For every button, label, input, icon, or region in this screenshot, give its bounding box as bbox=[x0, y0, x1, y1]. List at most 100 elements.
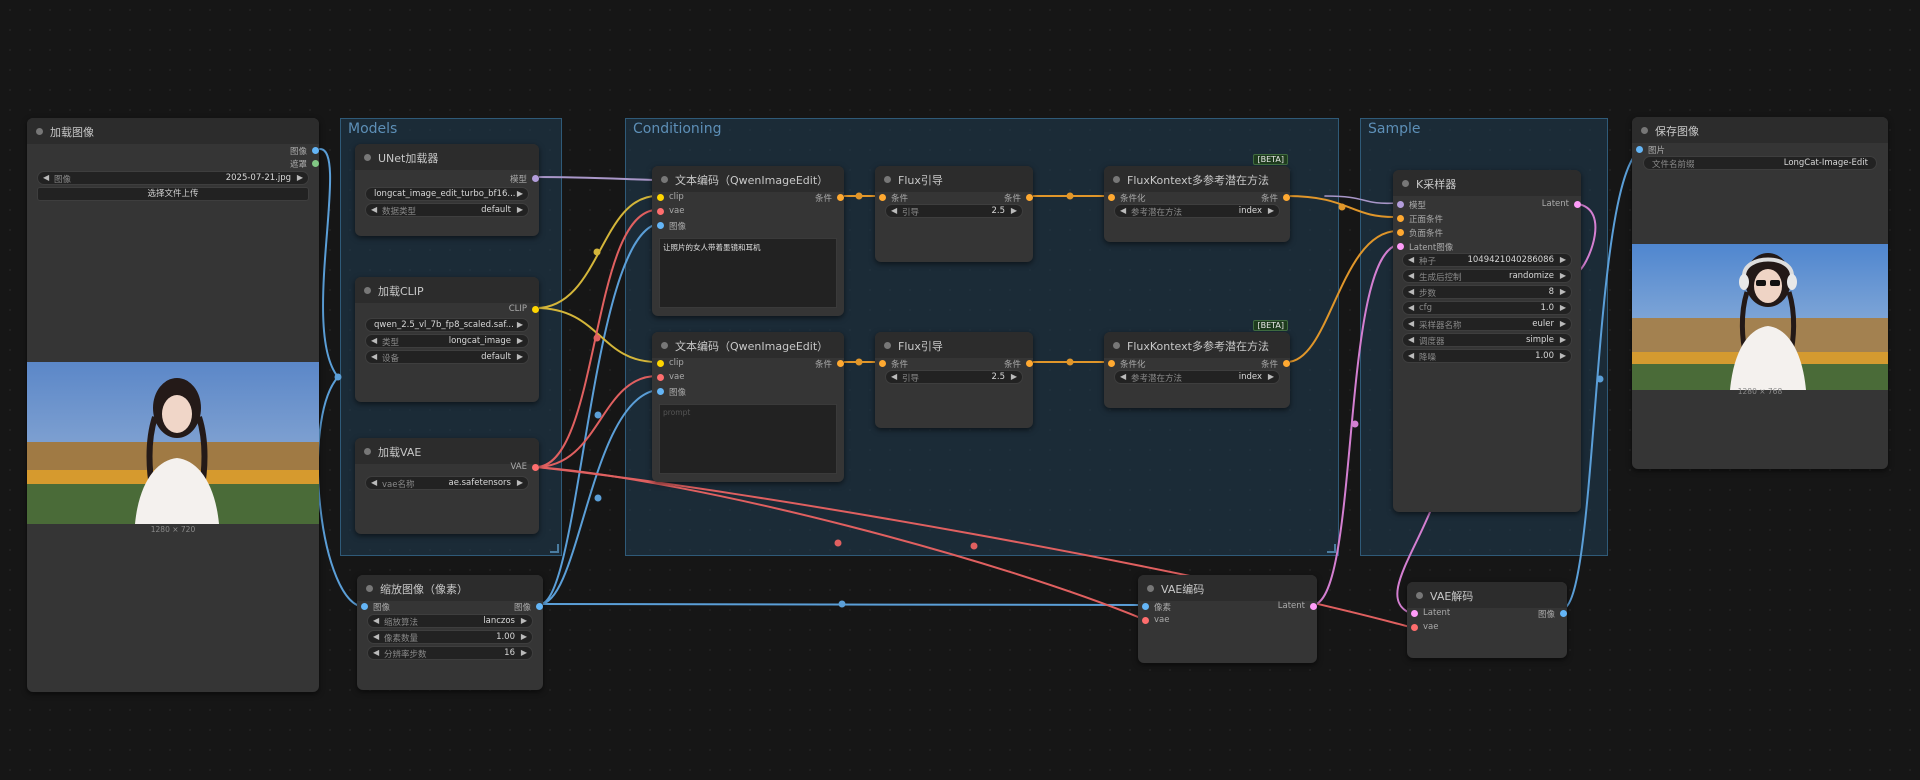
sampler-name-select[interactable]: ◀ 采样器名称 euler ▶ bbox=[1402, 317, 1572, 331]
slot-dot[interactable] bbox=[657, 208, 664, 215]
right-arrow-icon[interactable]: ▶ bbox=[1268, 372, 1274, 381]
upload-button[interactable]: 选择文件上传 bbox=[37, 187, 309, 201]
reference-method-select[interactable]: ◀ 参考潜在方法 index ▶ bbox=[1114, 204, 1280, 218]
right-arrow-icon[interactable]: ▶ bbox=[521, 648, 527, 657]
output-conditioning[interactable]: 条件 bbox=[815, 192, 844, 204]
right-arrow-icon[interactable]: ▶ bbox=[1011, 206, 1017, 215]
vae-name-select[interactable]: ◀ vae名称 ae.safetensors ▶ bbox=[365, 476, 529, 490]
left-arrow-icon[interactable]: ◀ bbox=[371, 336, 377, 345]
denoise-stepper[interactable]: ◀ 降噪 1.00 ▶ bbox=[1402, 349, 1572, 363]
text-encode-node-1[interactable]: 文本编码（QwenImageEdit） clip vae 图像 条件 让照片的女… bbox=[652, 166, 844, 316]
slot-dot[interactable] bbox=[532, 175, 539, 182]
seed-stepper[interactable]: ◀ 种子 1049421040286086 ▶ bbox=[1402, 253, 1572, 267]
output-mask[interactable]: 遮罩 bbox=[290, 158, 319, 170]
collapse-dot[interactable] bbox=[364, 287, 371, 294]
right-arrow-icon[interactable]: ▶ bbox=[517, 336, 523, 345]
slot-dot[interactable] bbox=[532, 464, 539, 471]
left-arrow-icon[interactable]: ◀ bbox=[1408, 351, 1414, 360]
filename-prefix-field[interactable]: 文件名前缀 LongCat-Image-Edit bbox=[1643, 156, 1877, 170]
megapixels-stepper[interactable]: ◀ 像素数量 1.00 ▶ bbox=[367, 630, 533, 644]
slot-dot[interactable] bbox=[1026, 194, 1033, 201]
vae-encode-node[interactable]: VAE编码 像素 vae Latent bbox=[1138, 575, 1317, 663]
slot-dot[interactable] bbox=[1560, 610, 1567, 617]
left-arrow-icon[interactable]: ◀ bbox=[1120, 206, 1126, 215]
collapse-dot[interactable] bbox=[366, 585, 373, 592]
input-model[interactable]: 模型 bbox=[1397, 199, 1426, 211]
input-vae[interactable]: vae bbox=[1411, 622, 1438, 632]
left-arrow-icon[interactable]: ◀ bbox=[1408, 271, 1414, 280]
left-arrow-icon[interactable]: ◀ bbox=[1408, 335, 1414, 344]
right-arrow-icon[interactable]: ▶ bbox=[517, 205, 523, 214]
right-arrow-icon[interactable]: ▶ bbox=[521, 632, 527, 641]
node-header[interactable]: Flux引导 bbox=[875, 166, 1033, 192]
slot-dot[interactable] bbox=[1108, 360, 1115, 367]
guidance-stepper[interactable]: ◀ 引导 2.5 ▶ bbox=[885, 370, 1023, 384]
right-arrow-icon[interactable]: ▶ bbox=[1560, 319, 1566, 328]
output-image[interactable]: 图像 bbox=[290, 145, 319, 157]
collapse-dot[interactable] bbox=[1113, 176, 1120, 183]
left-arrow-icon[interactable]: ◀ bbox=[1408, 255, 1414, 264]
resolution-steps-stepper[interactable]: ◀ 分辨率步数 16 ▶ bbox=[367, 646, 533, 660]
input-images[interactable]: 图片 bbox=[1636, 144, 1665, 156]
right-arrow-icon[interactable]: ▶ bbox=[1560, 287, 1566, 296]
flux-guidance-node-2[interactable]: Flux引导 条件 条件 ◀ 引导 2.5 ▶ bbox=[875, 332, 1033, 428]
unet-loader-node[interactable]: UNet加载器 模型 longcat_image_edit_turbo_bf16… bbox=[355, 144, 539, 236]
node-header[interactable]: FluxKontext多参考潜在方法 bbox=[1104, 332, 1290, 358]
dtype-select[interactable]: ◀ 数据类型 default ▶ bbox=[365, 203, 529, 217]
left-arrow-icon[interactable]: ◀ bbox=[891, 372, 897, 381]
collapse-dot[interactable] bbox=[1147, 585, 1154, 592]
node-header[interactable]: UNet加载器 bbox=[355, 144, 539, 170]
flux-guidance-node-1[interactable]: Flux引导 条件 条件 ◀ 引导 2.5 ▶ bbox=[875, 166, 1033, 262]
vae-loader-node[interactable]: 加载VAE VAE ◀ vae名称 ae.safetensors ▶ bbox=[355, 438, 539, 534]
input-conditioning[interactable]: 条件 bbox=[879, 192, 908, 204]
node-header[interactable]: Flux引导 bbox=[875, 332, 1033, 358]
left-arrow-icon[interactable]: ◀ bbox=[891, 206, 897, 215]
slot-dot[interactable] bbox=[1026, 360, 1033, 367]
input-clip[interactable]: clip bbox=[657, 358, 684, 368]
output-conditioning[interactable]: 条件 bbox=[1261, 192, 1290, 204]
right-arrow-icon[interactable]: ▶ bbox=[1560, 351, 1566, 360]
left-arrow-icon[interactable]: ◀ bbox=[1408, 319, 1414, 328]
output-conditioning[interactable]: 条件 bbox=[815, 358, 844, 370]
node-header[interactable]: 保存图像 bbox=[1632, 117, 1888, 143]
prompt-textarea[interactable]: prompt bbox=[659, 404, 837, 474]
image-select[interactable]: ◀ 图像 2025-07-21.jpg ▶ bbox=[37, 171, 309, 185]
collapse-dot[interactable] bbox=[661, 342, 668, 349]
save-image-node[interactable]: 保存图像 图片 文件名前缀 LongCat-Image-Edit 1280 × … bbox=[1632, 117, 1888, 469]
slot-dot[interactable] bbox=[312, 147, 319, 154]
slot-dot[interactable] bbox=[1283, 360, 1290, 367]
output-latent[interactable]: Latent bbox=[1278, 601, 1317, 611]
node-header[interactable]: 加载VAE bbox=[355, 438, 539, 464]
collapse-dot[interactable] bbox=[364, 154, 371, 161]
right-arrow-icon[interactable]: ▶ bbox=[1011, 372, 1017, 381]
left-arrow-icon[interactable]: ◀ bbox=[1120, 372, 1126, 381]
right-arrow-icon[interactable]: ▶ bbox=[1560, 271, 1566, 280]
input-image[interactable]: 图像 bbox=[361, 601, 390, 613]
collapse-dot[interactable] bbox=[1402, 180, 1409, 187]
right-arrow-icon[interactable]: ▶ bbox=[1560, 255, 1566, 264]
slot-dot[interactable] bbox=[879, 194, 886, 201]
slot-dot[interactable] bbox=[1411, 610, 1418, 617]
slot-dot[interactable] bbox=[657, 360, 664, 367]
control-after-generate-select[interactable]: ◀ 生成后控制 randomize ▶ bbox=[1402, 269, 1572, 283]
input-vae[interactable]: vae bbox=[1142, 615, 1169, 625]
reference-method-select[interactable]: ◀ 参考潜在方法 index ▶ bbox=[1114, 370, 1280, 384]
right-arrow-icon[interactable]: ▶ bbox=[1268, 206, 1274, 215]
input-vae[interactable]: vae bbox=[657, 206, 684, 216]
input-conditioning[interactable]: 条件 bbox=[879, 358, 908, 370]
right-arrow-icon[interactable]: ▶ bbox=[517, 320, 523, 329]
slot-dot[interactable] bbox=[1397, 215, 1404, 222]
input-vae[interactable]: vae bbox=[657, 372, 684, 382]
slot-dot[interactable] bbox=[1142, 603, 1149, 610]
slot-dot[interactable] bbox=[532, 306, 539, 313]
clip-loader-node[interactable]: 加载CLIP CLIP qwen_2.5_vl_7b_fp8_scaled.sa… bbox=[355, 277, 539, 402]
node-header[interactable]: 文本编码（QwenImageEdit） bbox=[652, 166, 844, 192]
input-negative[interactable]: 负面条件 bbox=[1397, 227, 1443, 239]
right-arrow-icon[interactable]: ▶ bbox=[517, 352, 523, 361]
input-latent[interactable]: Latent bbox=[1411, 608, 1450, 618]
slot-dot[interactable] bbox=[312, 160, 319, 167]
slot-dot[interactable] bbox=[1310, 603, 1317, 610]
collapse-dot[interactable] bbox=[364, 448, 371, 455]
collapse-dot[interactable] bbox=[1113, 342, 1120, 349]
input-image[interactable]: 图像 bbox=[657, 220, 686, 232]
